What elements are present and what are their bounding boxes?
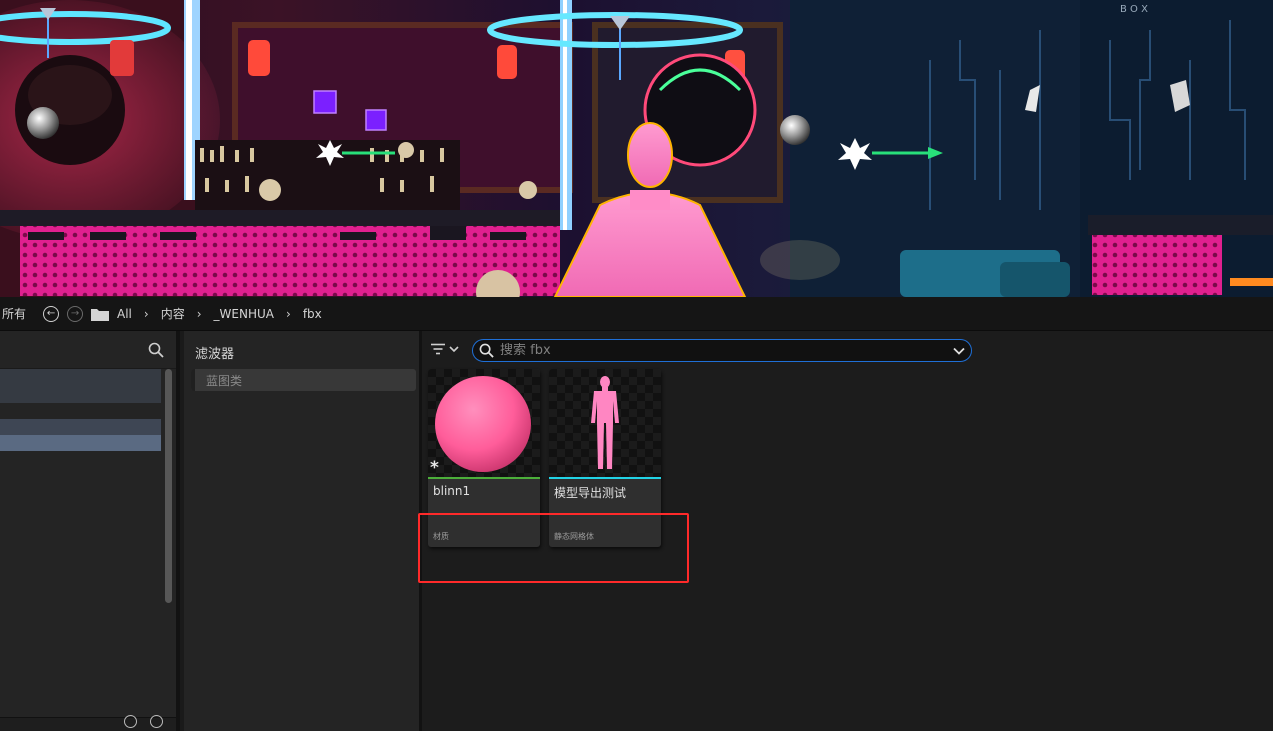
human-mesh-icon (591, 376, 619, 469)
asset-name: blinn1 (433, 484, 471, 498)
material-sphere-icon (435, 376, 531, 472)
folder-tree-row[interactable] (0, 369, 161, 403)
annotation-highlight-box (418, 513, 689, 583)
sources-search-bar (0, 331, 176, 369)
filter-color-bar (191, 369, 195, 391)
add-circle-icon[interactable] (124, 715, 137, 728)
asset-type-stripe (428, 477, 540, 479)
breadcrumb-item-all[interactable]: All (117, 307, 132, 321)
filter-item-label: 蓝图类 (206, 373, 243, 388)
filter-dropdown-button[interactable] (431, 343, 459, 355)
breadcrumb-separator-icon[interactable]: › (197, 307, 202, 321)
folder-icon (91, 308, 110, 321)
sources-scrollbar[interactable] (165, 369, 172, 603)
asset-search-box[interactable] (472, 339, 972, 362)
path-bar: 所有 ← → All › 内容 › _WENHUA › fbx (0, 297, 1273, 331)
folder-tree-row-selected[interactable] (0, 435, 161, 451)
breadcrumb-item-wenhua[interactable]: _WENHUA (214, 307, 274, 321)
filters-panel: 滤波器 蓝图类 (184, 331, 422, 731)
breadcrumb-separator-icon[interactable]: › (144, 307, 149, 321)
breadcrumb-root[interactable]: 所有 (2, 305, 26, 322)
viewport-scene: B O X (0, 0, 1273, 297)
modified-asterisk-icon: * (430, 458, 439, 478)
filter-icon (431, 343, 445, 355)
folder-tree-row[interactable] (0, 419, 161, 435)
breadcrumb-item-fbx[interactable]: fbx (303, 307, 322, 321)
chevron-down-icon (449, 346, 459, 353)
sources-panel (0, 331, 180, 731)
sign-box-text: B O X (1120, 4, 1148, 15)
filters-title: 滤波器 (195, 347, 235, 362)
sources-bottom-bar (0, 715, 176, 731)
asset-search-input[interactable] (500, 343, 940, 358)
back-arrow-icon[interactable]: ← (43, 305, 60, 322)
breadcrumb-separator-icon[interactable]: › (286, 307, 291, 321)
level-viewport[interactable]: B O X (0, 0, 1273, 297)
asset-type-stripe (549, 477, 661, 479)
forward-arrow-icon[interactable]: → (67, 305, 84, 322)
chevron-down-icon[interactable] (953, 347, 965, 355)
asset-thumbnail (549, 369, 661, 477)
asset-thumbnail (428, 369, 540, 477)
filter-item-blueprint-class[interactable]: 蓝图类 (191, 369, 416, 391)
search-icon[interactable] (148, 342, 164, 358)
breadcrumb-item-content[interactable]: 内容 (161, 305, 185, 322)
search-icon[interactable] (150, 715, 163, 728)
asset-name: 模型导出测试 (554, 486, 627, 500)
search-icon (479, 343, 494, 358)
